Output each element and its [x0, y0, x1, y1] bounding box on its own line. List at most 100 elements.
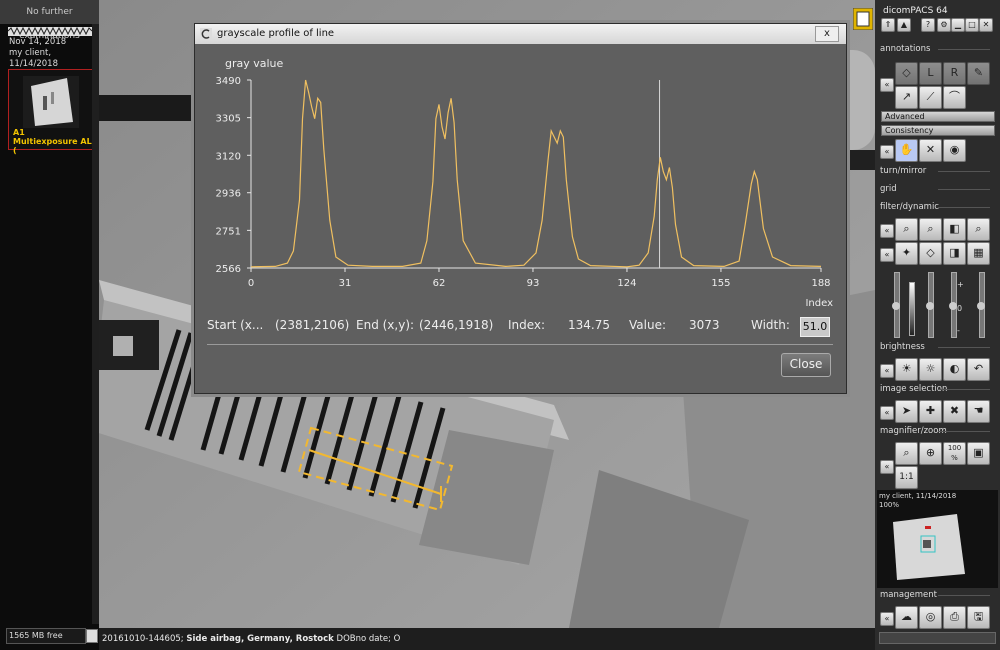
value-value: 3073 [689, 318, 720, 332]
delete-icon[interactable]: ✕ [919, 139, 942, 162]
collapse-icon[interactable]: « [880, 224, 894, 238]
close-button[interactable]: Close [781, 353, 831, 377]
annotation-text-icon[interactable]: ✎ [967, 62, 990, 85]
magnifier-icon[interactable]: ⌕ [895, 442, 918, 465]
brightness-slider-knob[interactable] [977, 302, 985, 310]
save-icon[interactable]: 🖫 [967, 606, 990, 629]
start-value: (2381,2106) [275, 318, 350, 332]
level-slider-knob[interactable] [926, 302, 934, 310]
annotation-R-icon[interactable]: R [943, 62, 966, 85]
zoom-100-button[interactable]: 100 % [943, 442, 966, 465]
filter-diamond-icon[interactable]: ◇ [919, 242, 942, 265]
consistency-button[interactable]: Consistency [881, 125, 995, 136]
window-gradient-slider[interactable] [909, 282, 915, 336]
index-label: Index: [508, 318, 546, 332]
navigator-preview[interactable]: my client, 11/14/2018 100% [877, 490, 998, 588]
y-tick-label: 2751 [216, 226, 241, 237]
select-cross-icon[interactable]: ✖ [943, 400, 966, 423]
study-description: Side airbag, Germany, Rostock [186, 634, 334, 644]
filter-zoom-icon[interactable]: ⌕ [895, 218, 918, 241]
reset-icon[interactable]: ↶ [967, 358, 990, 381]
preview-caption: my client, 11/14/2018 [879, 492, 957, 500]
invert-icon[interactable]: ◐ [943, 358, 966, 381]
status-bar: 20161010-144605; Side airbag, Germany, R… [99, 628, 875, 650]
label-line-icon[interactable]: ⟋ [919, 86, 942, 109]
settings-icon[interactable]: ⚙ [937, 18, 951, 32]
thumbnail-id: A1 [13, 128, 25, 137]
start-label: Start (x... [207, 318, 264, 332]
y-tick-label: 3490 [216, 76, 241, 87]
on-icon[interactable]: ◉ [943, 139, 966, 162]
collapse-icon[interactable]: « [880, 406, 894, 420]
minimize-icon[interactable]: ▁ [951, 18, 965, 32]
brightness-down-icon[interactable]: ☼ [919, 358, 942, 381]
section-management[interactable]: management [880, 590, 995, 601]
index-value: 134.75 [568, 318, 610, 332]
nav-up2-icon[interactable]: ▲ [897, 18, 911, 32]
curve-icon[interactable]: ⌒ [943, 86, 966, 109]
study-id: 20161010-144605; [102, 634, 184, 644]
x-tick-label: 62 [433, 278, 446, 289]
section-filter-dynamic[interactable]: filter/dynamic [880, 202, 995, 213]
y-tick-label: 3305 [216, 114, 241, 125]
brightness-up-icon[interactable]: ☀ [895, 358, 918, 381]
filter-zoom2-icon[interactable]: ⌕ [919, 218, 942, 241]
progress-bar [879, 632, 996, 644]
filter-contrast-icon[interactable]: ◧ [943, 218, 966, 241]
dialog-titlebar[interactable]: grayscale profile of line x [195, 24, 846, 44]
filter-grid-icon[interactable]: ▦ [967, 242, 990, 265]
x-axis-label: Index [805, 298, 833, 309]
collapse-icon[interactable]: « [880, 364, 894, 378]
collapse-icon[interactable]: « [880, 460, 894, 474]
select-arrow-icon[interactable]: ➤ [895, 400, 918, 423]
fit-screen-icon[interactable]: ▣ [967, 442, 990, 465]
section-grid[interactable]: grid [880, 184, 995, 195]
measure-icon[interactable]: ↗ [895, 86, 918, 109]
collapse-icon[interactable]: « [880, 612, 894, 626]
section-magnifier-zoom[interactable]: magnifier/zoom [880, 426, 995, 437]
cd-icon[interactable]: ◎ [919, 606, 942, 629]
cloud-icon[interactable]: ☁ [895, 606, 918, 629]
series-thumbnail[interactable]: A1 Multiexposure AL ( [8, 69, 93, 155]
layout-icon[interactable] [853, 8, 873, 30]
filter-star-icon[interactable]: ✦ [895, 242, 918, 265]
x-tick-label: 188 [811, 278, 830, 289]
window-close-icon[interactable]: ✕ [979, 18, 993, 32]
select-pin-icon[interactable]: ✚ [919, 400, 942, 423]
study-info: Nov 14, 2018 my client, 11/14/2018 [9, 37, 66, 70]
nav-up-icon[interactable]: ⇑ [881, 18, 895, 32]
study-list-scrollbar[interactable] [92, 24, 99, 624]
end-value: (2446,1918) [419, 318, 494, 332]
close-icon[interactable]: x [815, 26, 839, 42]
select-hand-icon[interactable]: ☚ [967, 400, 990, 423]
section-turn-mirror[interactable]: turn/mirror [880, 166, 995, 177]
section-brightness[interactable]: brightness [880, 342, 995, 353]
study-panel: No further examinations Nov 14, 2018 my … [0, 0, 99, 650]
section-annotations[interactable]: annotations [880, 44, 995, 55]
print-icon[interactable]: ⎙ [943, 606, 966, 629]
filter-sharpen-icon[interactable]: ⌕ [967, 218, 990, 241]
help-icon[interactable]: ? [921, 18, 935, 32]
advanced-button[interactable]: Advanced [881, 111, 995, 122]
maximize-icon[interactable]: □ [965, 18, 979, 32]
gamma-slider-knob[interactable] [892, 302, 900, 310]
study-date: Nov 14, 2018 [9, 37, 67, 47]
disk-icon[interactable] [86, 629, 98, 643]
section-image-selection[interactable]: image selection [880, 384, 995, 395]
collapse-icon[interactable]: « [880, 145, 894, 159]
app-title: dicomPACS 64 [883, 6, 948, 16]
value-label: Value: [629, 318, 666, 332]
contrast-slider-knob[interactable] [949, 302, 957, 310]
collapse-icon[interactable]: « [880, 78, 894, 92]
zoom-in-icon[interactable]: ⊕ [919, 442, 942, 465]
zoom-1-1-button[interactable]: 1:1 [895, 466, 918, 489]
annotation-L-icon[interactable]: L [919, 62, 942, 85]
x-tick-label: 0 [248, 278, 254, 289]
app-icon [200, 28, 212, 40]
filter-half-icon[interactable]: ◨ [943, 242, 966, 265]
y-tick-label: 3120 [216, 151, 241, 162]
pan-hand-icon[interactable]: ✋ [895, 139, 918, 162]
collapse-icon[interactable]: « [880, 248, 894, 262]
width-field[interactable] [800, 317, 830, 337]
annotation-tool-icon[interactable]: ◇ [895, 62, 918, 85]
